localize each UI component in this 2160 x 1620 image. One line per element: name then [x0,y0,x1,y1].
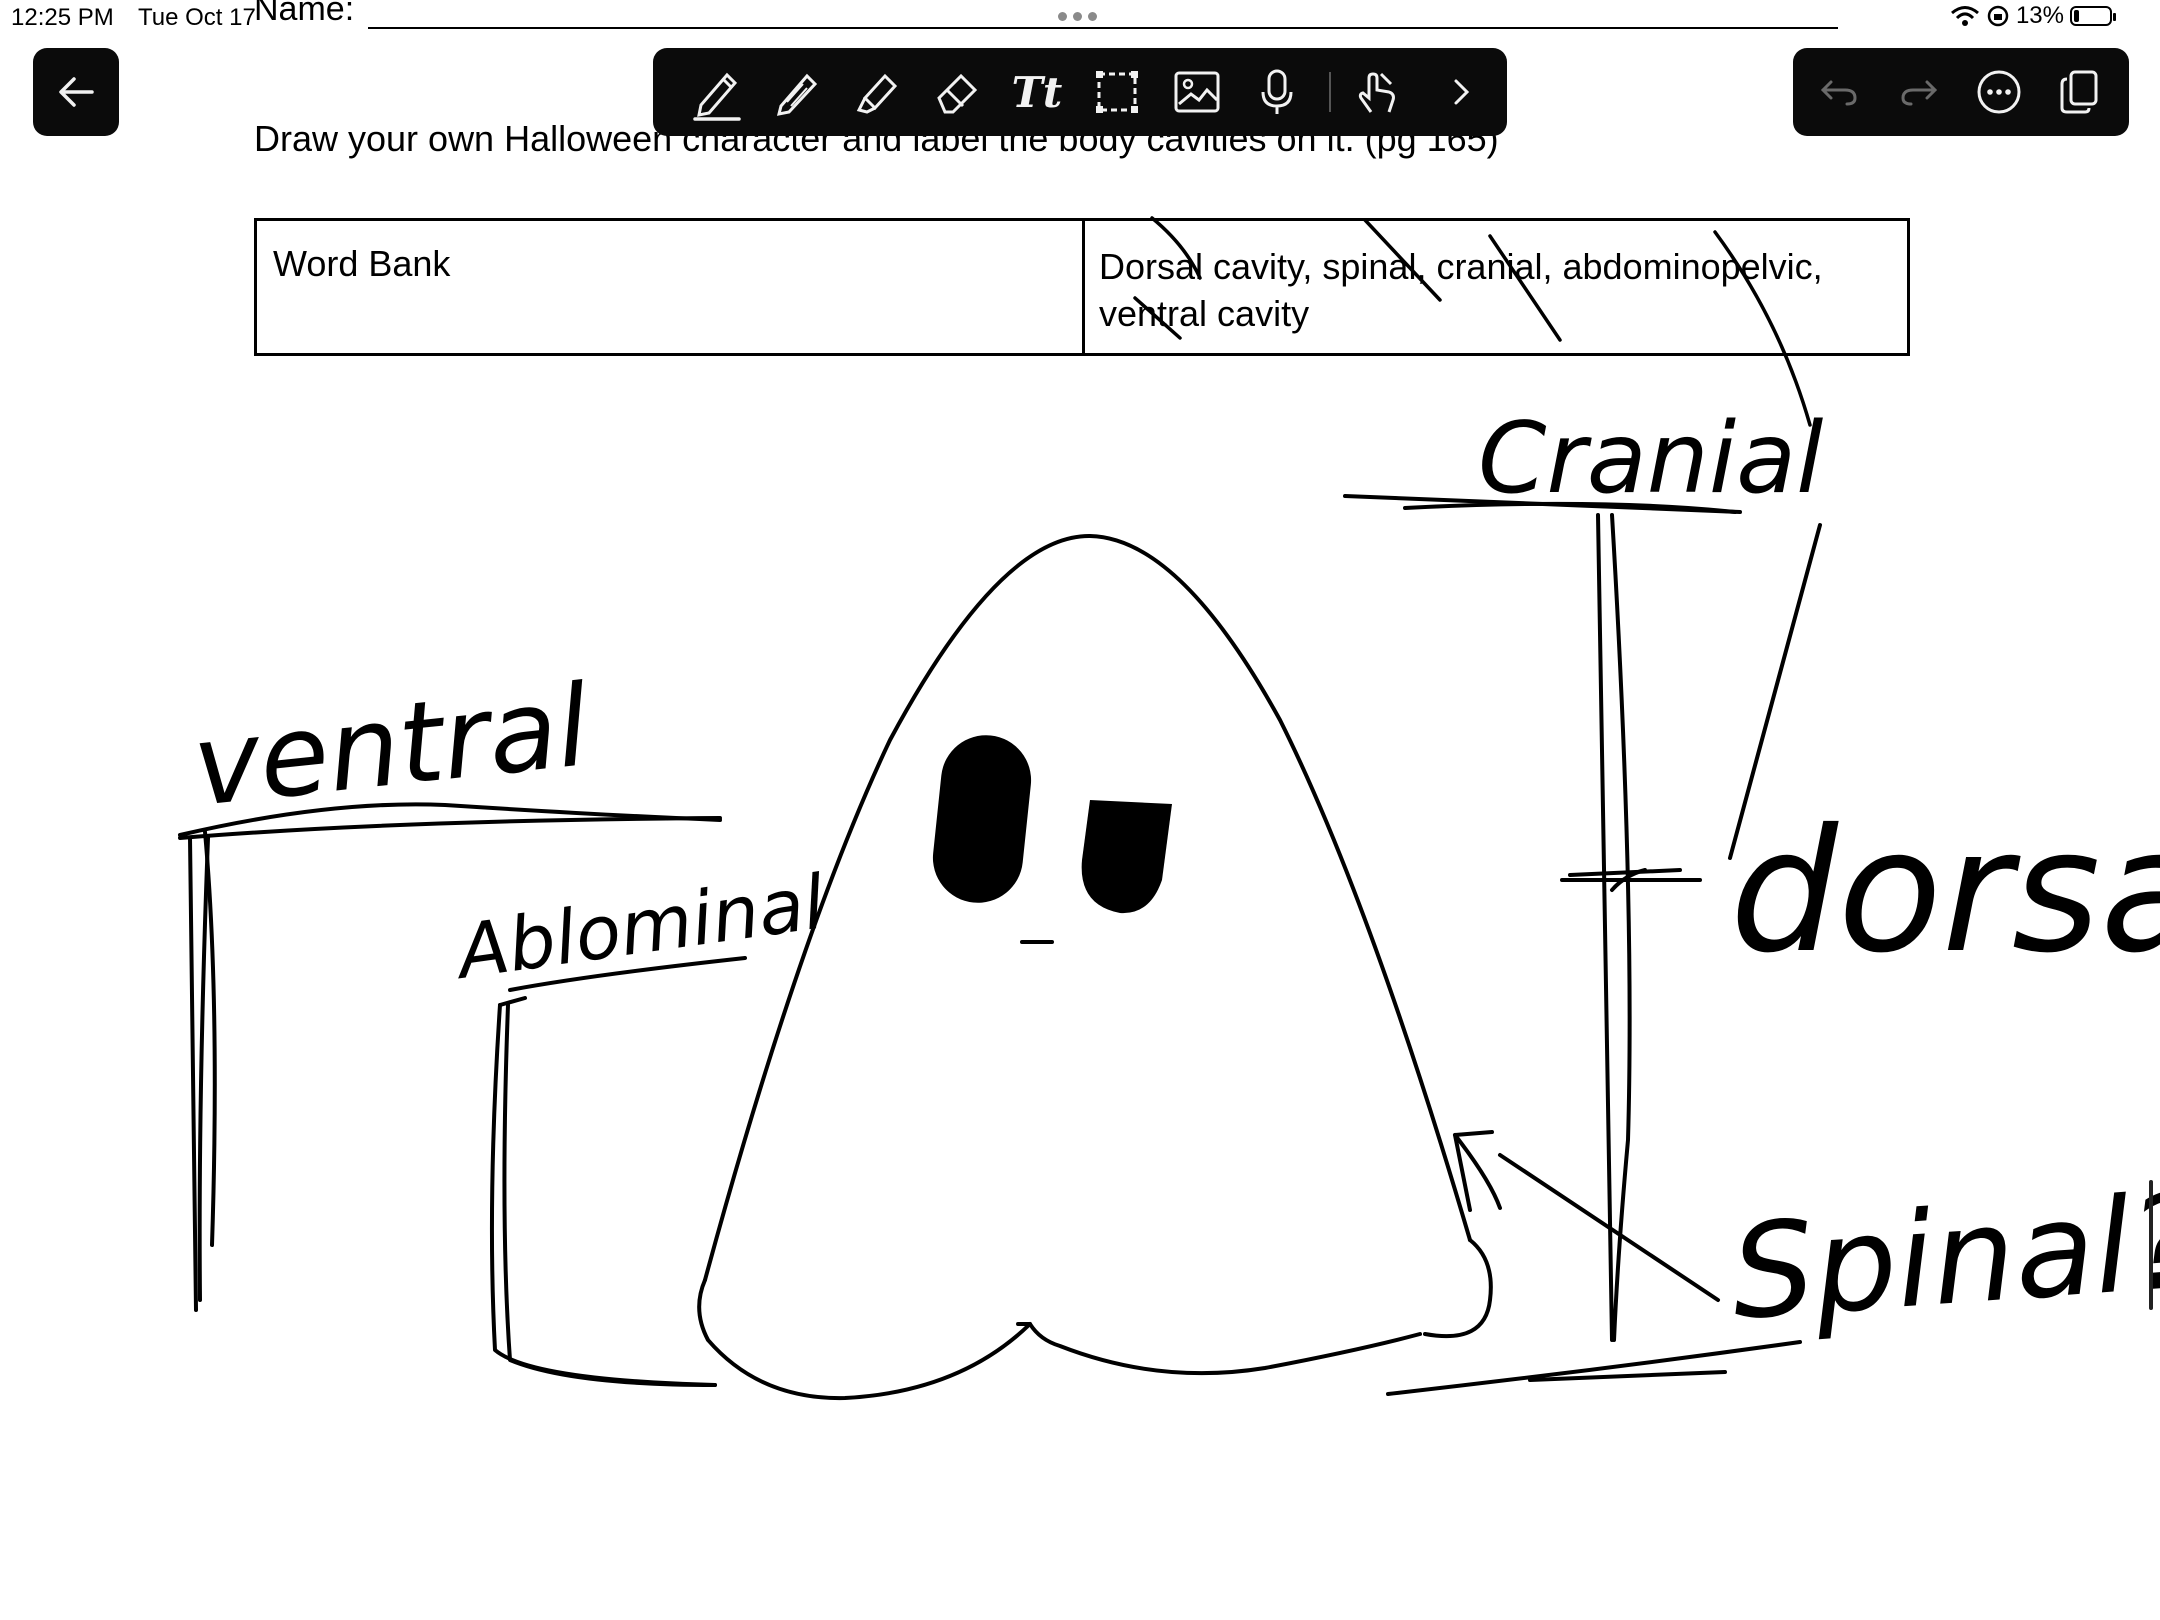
undo-button[interactable] [1799,48,1879,136]
highlighter-tool-button[interactable] [837,48,917,136]
spine-line [1560,513,1702,1342]
pencil-icon [776,73,818,116]
drawing-toolbar: Tt [653,48,1507,136]
ventral-bracket [178,802,722,1312]
label-spinal: Spinal? [1727,1165,2160,1349]
more-options-button[interactable] [1959,48,2039,136]
lasso-select-icon [1096,71,1138,113]
highlighter-icon [856,73,898,114]
audio-record-button[interactable] [1237,48,1317,136]
ghost-right-eye [1081,800,1172,914]
ghost-drawing [697,533,1493,1401]
image-icon [1174,71,1220,113]
drawing-canvas[interactable]: ventral Ablominal Cranial dorsal Spinal? [0,0,2160,1620]
ghost-left-eye [932,735,1032,903]
redo-icon [1901,80,1938,106]
label-cranial: Cranial [1478,402,1823,516]
touch-gesture-icon [1358,72,1395,113]
redo-button[interactable] [1879,48,1959,136]
pen-tool-button[interactable] [677,48,757,136]
document-controls [1793,48,2129,136]
pages-icon [2060,70,2098,114]
pen-icon [693,72,741,121]
abdominal-bracket [489,956,747,1387]
toolbar-expand-button[interactable] [1421,48,1501,136]
toolbar-separator [1329,72,1331,112]
touch-gesture-button[interactable] [1337,48,1417,136]
word-bank-strikes [1133,216,1812,427]
pencil-tool-button[interactable] [757,48,837,136]
eraser-icon [937,73,978,114]
chevron-right-icon [1454,79,1470,105]
label-ventral: ventral [187,661,594,832]
arrow-left-icon [59,77,94,107]
label-abdominal: Ablominal [449,859,831,996]
text-tool-icon: Tt [1011,67,1063,117]
more-icon [1977,70,2021,114]
text-tool-button[interactable]: Tt [997,48,1077,136]
lasso-tool-button[interactable] [1077,48,1157,136]
back-button[interactable] [33,48,119,136]
label-dorsal: dorsal [1730,793,2160,991]
pages-button[interactable] [2039,48,2119,136]
handwritten-labels: ventral Ablominal Cranial dorsal Spinal? [187,402,2160,1349]
eraser-tool-button[interactable] [917,48,997,136]
image-tool-button[interactable] [1157,48,1237,136]
page-scrollbar[interactable] [2149,1180,2153,1310]
microphone-icon [1261,69,1293,114]
undo-icon [1820,80,1857,106]
